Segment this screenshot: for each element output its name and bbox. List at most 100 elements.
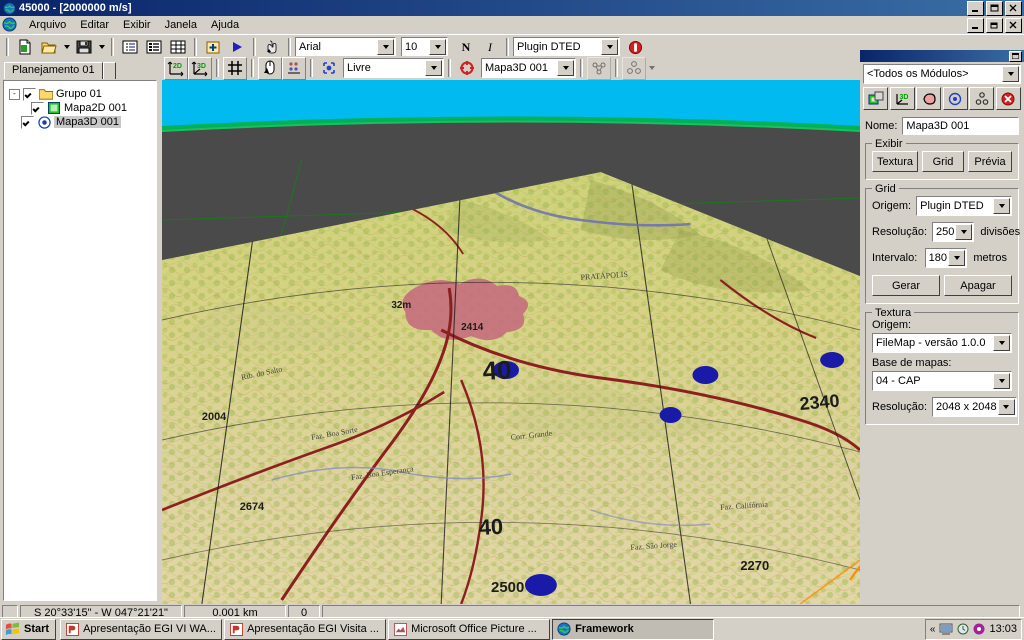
menu-item-exibir[interactable]: Exibir bbox=[116, 18, 158, 32]
settings-nodes-button[interactable] bbox=[622, 56, 646, 80]
snap-points-button[interactable] bbox=[282, 56, 306, 80]
menu-item-arquivo[interactable]: Arquivo bbox=[22, 18, 73, 32]
clock-tray-icon[interactable] bbox=[957, 623, 969, 635]
save-button[interactable] bbox=[72, 35, 96, 59]
textura-resolucao-dropdown-icon[interactable] bbox=[997, 399, 1015, 415]
task-button-2[interactable]: Microsoft Office Picture ... bbox=[388, 618, 551, 640]
child-restore-button[interactable] bbox=[986, 17, 1003, 33]
grid-origem-dropdown-icon[interactable] bbox=[993, 198, 1010, 214]
module-stop-button[interactable] bbox=[995, 87, 1021, 110]
tab-planejamento-01[interactable]: Planejamento 01 bbox=[4, 62, 103, 79]
grid-toggle[interactable]: Grid bbox=[922, 151, 964, 172]
checkbox-mapa2d-001[interactable] bbox=[31, 101, 44, 115]
menu-item-janela[interactable]: Janela bbox=[158, 18, 204, 32]
powerpoint-icon bbox=[65, 622, 79, 636]
svg-text:2340: 2340 bbox=[799, 391, 841, 414]
grid-origem-combo[interactable]: Plugin DTED bbox=[916, 196, 1012, 216]
nome-input[interactable]: Mapa3D 001 bbox=[902, 117, 1019, 135]
task-button-0[interactable]: Apresentação EGI VI WA... bbox=[60, 618, 223, 640]
settings-dropdown-icon[interactable] bbox=[646, 58, 657, 79]
link-nodes-button[interactable] bbox=[587, 56, 611, 80]
map-marker bbox=[820, 352, 845, 368]
checkbox-mapa3d-001[interactable] bbox=[21, 115, 34, 129]
textura-base-dropdown-icon[interactable] bbox=[993, 373, 1010, 389]
tree-view-button[interactable] bbox=[118, 35, 142, 59]
module-filter-dropdown-icon[interactable] bbox=[1002, 66, 1019, 82]
tree-node-mapa3d-001[interactable]: Mapa3D 001 bbox=[9, 115, 156, 129]
active-map-combo[interactable]: Mapa3D 001 bbox=[481, 58, 576, 78]
view-2d-button[interactable]: 2D bbox=[164, 56, 188, 80]
minimize-button[interactable] bbox=[967, 0, 984, 16]
new-document-button[interactable] bbox=[13, 35, 37, 59]
font-name-combo[interactable]: Arial bbox=[295, 37, 396, 57]
grid-intervalo-value: 180 bbox=[928, 252, 947, 264]
grid-intervalo-combo[interactable]: 180 bbox=[924, 248, 968, 268]
previa-toggle[interactable]: Prévia bbox=[968, 151, 1012, 172]
module-area-button[interactable] bbox=[916, 87, 942, 110]
save-dropdown[interactable] bbox=[96, 37, 107, 58]
open-folder-button[interactable] bbox=[37, 35, 61, 59]
italic-label: I bbox=[488, 39, 492, 54]
checkbox-grupo-01[interactable] bbox=[23, 87, 36, 101]
close-button[interactable] bbox=[1005, 0, 1022, 16]
map-marker bbox=[692, 366, 719, 384]
child-close-button[interactable] bbox=[1005, 17, 1022, 33]
svg-text:40: 40 bbox=[482, 354, 512, 386]
grid-intervalo-unit: metros bbox=[973, 252, 1007, 264]
svg-text:2270: 2270 bbox=[740, 558, 769, 573]
start-button[interactable]: Start bbox=[1, 618, 57, 640]
textura-toggle[interactable]: Textura bbox=[872, 151, 918, 172]
grid-resolucao-combo[interactable]: 250 bbox=[932, 222, 975, 242]
module-map3d-button[interactable]: 3D bbox=[889, 87, 915, 110]
textura-resolucao-combo[interactable]: 2048 x 2048 bbox=[932, 397, 1017, 417]
grid-origem-label: Origem: bbox=[872, 200, 912, 212]
maximize-button[interactable] bbox=[986, 0, 1003, 16]
map-marker bbox=[659, 407, 682, 423]
font-size-combo[interactable]: 10 bbox=[401, 37, 448, 57]
menu-item-ajuda[interactable]: Ajuda bbox=[204, 18, 246, 32]
font-size-dropdown-icon[interactable] bbox=[429, 39, 446, 55]
grid-resolucao-dropdown-icon[interactable] bbox=[955, 224, 973, 240]
module-network-button[interactable] bbox=[969, 87, 995, 110]
open-folder-dropdown[interactable] bbox=[61, 37, 72, 58]
project-tree[interactable]: - Grupo 01 Mapa2D 001 Mapa3D 001 bbox=[3, 80, 157, 601]
view-3d-button[interactable]: 3D bbox=[188, 56, 212, 80]
gerar-button[interactable]: Gerar bbox=[872, 275, 940, 296]
map3d-viewport[interactable]: 40 40 2340 2004 2674 2500 2270 32m 2414 … bbox=[162, 80, 860, 604]
nav-mode-combo[interactable]: Livre bbox=[343, 58, 444, 78]
child-minimize-button[interactable] bbox=[967, 17, 984, 33]
media-tray-icon[interactable] bbox=[973, 623, 985, 635]
textura-origem-combo[interactable]: FileMap - versão 1.0.0 bbox=[872, 333, 1012, 353]
folder-icon bbox=[39, 88, 53, 101]
modules-panel-button[interactable] bbox=[1009, 50, 1022, 62]
tree-node-mapa2d-001[interactable]: Mapa2D 001 bbox=[31, 101, 156, 115]
chevron-left-icon[interactable]: « bbox=[930, 624, 936, 635]
tray-clock[interactable]: 13:03 bbox=[989, 623, 1017, 635]
plugin-dropdown-icon[interactable] bbox=[601, 39, 618, 55]
font-name-value: Arial bbox=[299, 41, 322, 53]
task-button-1[interactable]: Apresentação EGI Visita ... bbox=[224, 618, 387, 640]
start-label: Start bbox=[24, 623, 50, 635]
module-filter-combo[interactable]: <Todos os Módulos> bbox=[863, 64, 1021, 84]
nav-mode-dropdown-icon[interactable] bbox=[425, 60, 442, 76]
tab-extra[interactable] bbox=[102, 62, 116, 79]
task-button-3[interactable]: Framework bbox=[552, 618, 715, 640]
active-map-dropdown-icon[interactable] bbox=[557, 60, 574, 76]
module-map2d-button[interactable] bbox=[863, 87, 888, 110]
task-label-3: Framework bbox=[575, 623, 634, 635]
mouse-button[interactable] bbox=[258, 56, 282, 80]
grid-resolucao-unit: divisões bbox=[980, 226, 1021, 238]
menu-item-editar[interactable]: Editar bbox=[73, 18, 116, 32]
textura-base-combo[interactable]: 04 - CAP bbox=[872, 371, 1012, 391]
font-name-dropdown-icon[interactable] bbox=[377, 39, 394, 55]
plugin-combo[interactable]: Plugin DTED bbox=[513, 37, 620, 57]
grid-hash-button[interactable] bbox=[223, 56, 247, 80]
module-point-button[interactable] bbox=[942, 87, 968, 110]
main-window-controls bbox=[967, 0, 1022, 16]
apagar-button[interactable]: Apagar bbox=[944, 275, 1012, 296]
tree-node-grupo-01[interactable]: - Grupo 01 bbox=[9, 87, 156, 101]
expander-icon[interactable]: - bbox=[9, 88, 20, 100]
grid-intervalo-dropdown-icon[interactable] bbox=[948, 250, 966, 266]
network-tray-icon[interactable] bbox=[939, 623, 953, 636]
textura-origem-dropdown-icon[interactable] bbox=[993, 335, 1010, 351]
